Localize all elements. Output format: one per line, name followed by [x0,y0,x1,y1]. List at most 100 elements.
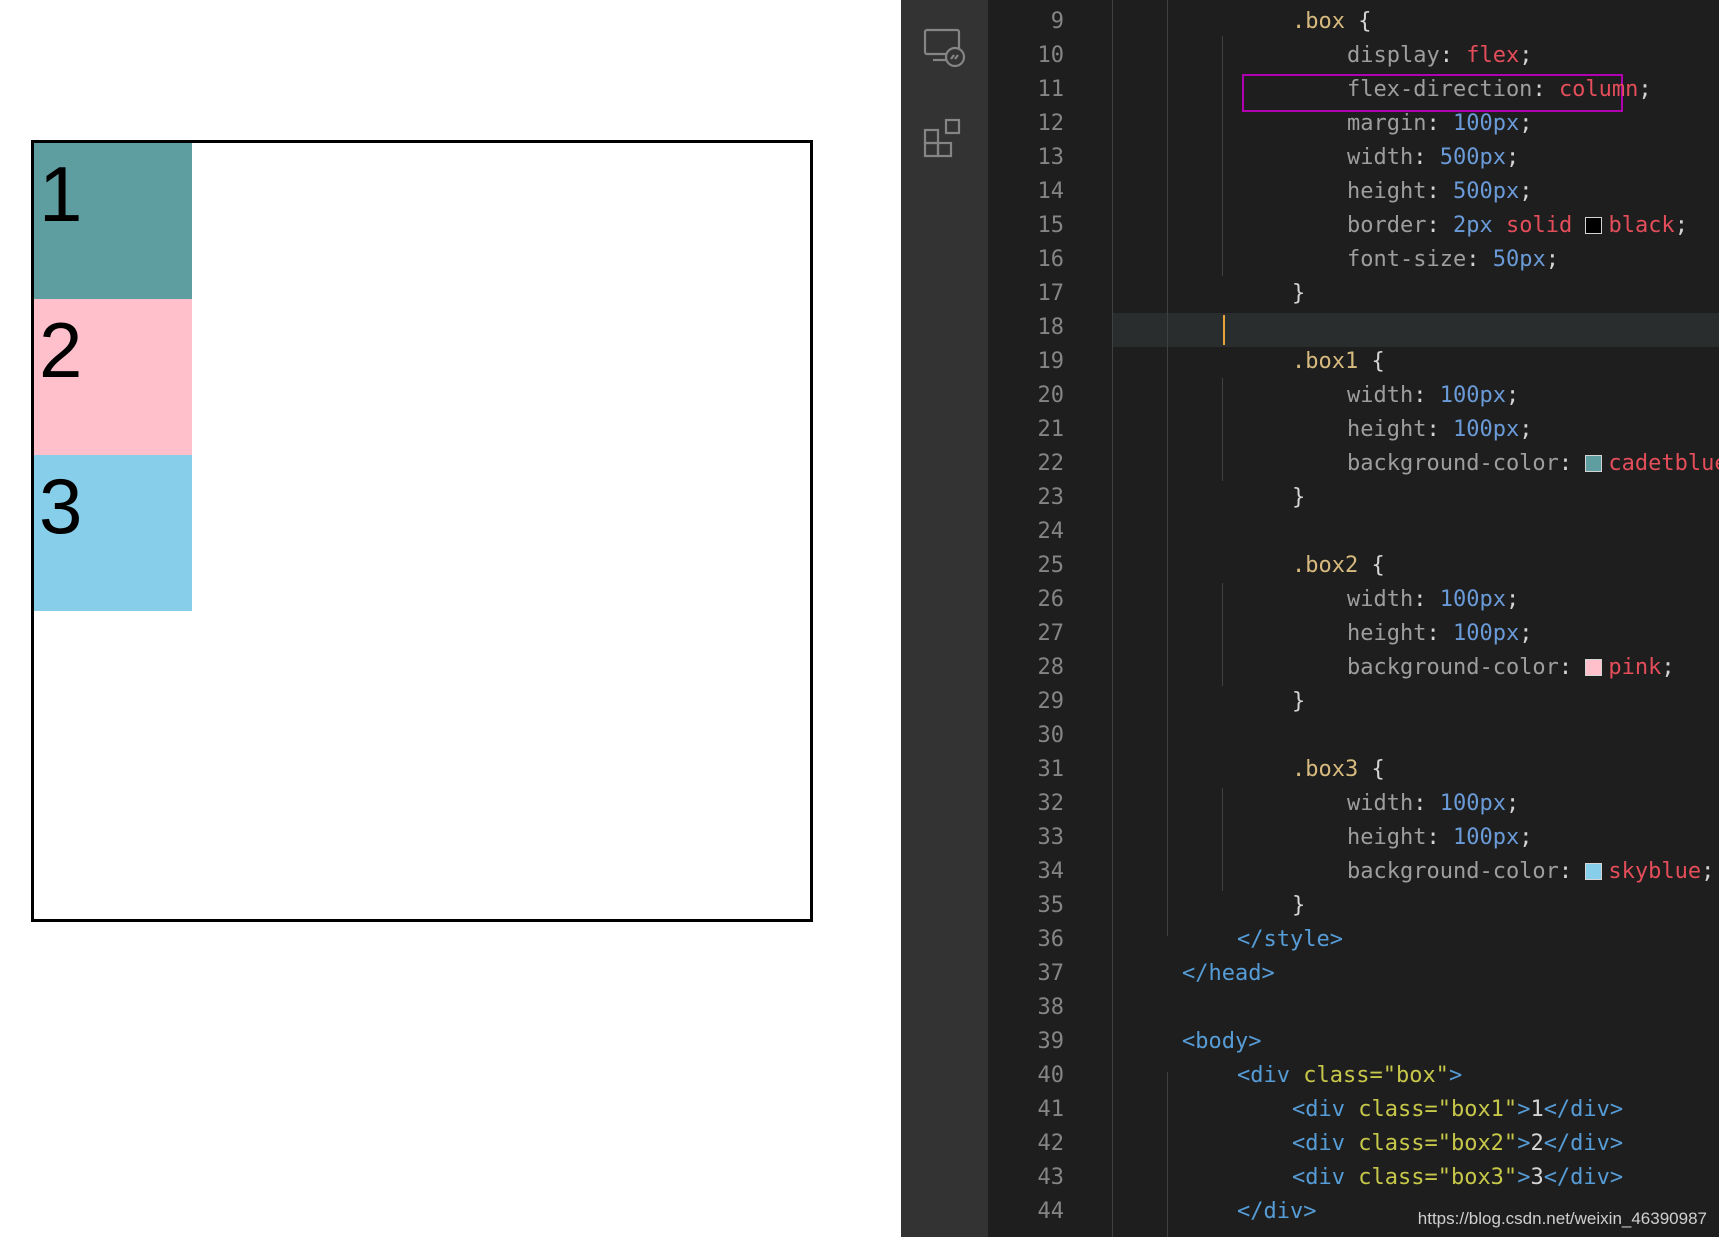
tag-open: <div [1292,1131,1345,1156]
selector: .box2 [1292,553,1359,578]
line-number: 32 [1037,791,1065,816]
unit: px [1492,825,1520,850]
tag-close: > [1517,1131,1531,1156]
number: 100 [1439,587,1480,612]
property: background-color [1347,655,1559,680]
line-number: 31 [1037,757,1065,782]
semicolon: ; [1519,43,1533,68]
code-line-19: .box1 { [1292,345,1385,379]
semicolon: ; [1519,179,1533,204]
attribute: class= [1344,1131,1438,1156]
property: margin [1347,111,1427,136]
code-line-26: width: 100px; [1347,583,1519,617]
line-number: 41 [1037,1097,1065,1122]
tag-end: </div> [1543,1165,1624,1190]
code-line-35: } [1292,889,1305,923]
property: width [1347,587,1414,612]
code-editor[interactable]: 9 10 11 12 13 14 15 16 17 18 19 20 21 22 23 24 25 26 27 28 2… [988,0,1719,1237]
line-number: 42 [1037,1131,1065,1156]
tag-end: </div> [1543,1131,1624,1156]
number: 100 [1452,621,1493,646]
tag-open: <div [1237,1063,1290,1088]
semicolon: ; [1519,111,1533,136]
line-number: 22 [1037,451,1065,476]
line-number: 43 [1037,1165,1065,1190]
brace: { [1358,757,1385,782]
colon: : [1426,417,1453,442]
code-line-34: background-color: skyblue; [1347,855,1714,889]
colon: : [1532,77,1559,102]
string: "box1" [1437,1097,1518,1122]
tag: </style> [1237,927,1343,952]
property: height [1347,417,1427,442]
code-line-16: font-size: 50px; [1347,243,1559,277]
text: 3 [1530,1165,1544,1190]
line-number: 39 [1037,1029,1065,1054]
color-swatch-pink[interactable] [1585,659,1603,676]
unit: px [1479,383,1506,408]
flex-container-box: 1 2 3 [31,140,813,922]
value: solid [1492,213,1586,238]
string: "box" [1382,1063,1449,1088]
tag-close: > [1517,1165,1531,1190]
line-number: 12 [1037,111,1065,136]
code-line-36: </style> [1237,923,1343,957]
colon: : [1426,621,1453,646]
line-number: 24 [1037,519,1065,544]
colon: : [1558,451,1586,476]
color-swatch-black[interactable] [1585,217,1603,234]
box2: 2 [34,299,192,455]
brace: { [1344,9,1372,34]
extensions-icon[interactable] [921,116,967,162]
tag-open: <div [1292,1097,1345,1122]
line-number: 23 [1037,485,1065,510]
line-number: 26 [1037,587,1065,612]
line-number: 38 [1037,995,1065,1020]
colon: : [1439,43,1467,68]
value: cadetblue [1608,451,1719,476]
attribute: class= [1344,1097,1438,1122]
code-line-32: width: 100px; [1347,787,1519,821]
line-number: 35 [1037,893,1065,918]
line-number: 34 [1037,859,1065,884]
value: skyblue [1608,859,1702,884]
tag: </div> [1237,1199,1317,1224]
value: pink [1608,655,1662,680]
semicolon: ; [1505,587,1520,612]
line-number: 14 [1037,179,1065,204]
property: border [1347,213,1427,238]
code-line-41: <div class="box1">1</div> [1292,1093,1623,1127]
brace: } [1292,281,1306,306]
code-line-13: width: 500px; [1347,141,1519,175]
activity-bar [901,0,988,1237]
property: display [1347,43,1440,68]
unit: px [1492,179,1520,204]
code-line-28: background-color: pink; [1347,651,1675,685]
line-number: 19 [1037,349,1065,374]
line-number: 17 [1037,281,1065,306]
color-swatch-skyblue[interactable] [1585,863,1603,880]
property: font-size [1347,247,1467,272]
line-number: 44 [1037,1199,1065,1224]
value: flex [1466,43,1520,68]
remote-explorer-icon[interactable] [921,24,967,70]
number: 500 [1439,145,1480,170]
property: flex-direction [1347,77,1533,102]
colon: : [1413,383,1440,408]
number: 2 [1452,213,1467,238]
value: black [1608,213,1675,238]
semicolon: ; [1661,655,1675,680]
color-swatch-cadetblue[interactable] [1585,455,1603,472]
number: 100 [1452,111,1493,136]
property: background-color [1347,859,1559,884]
tag: </head> [1182,961,1275,986]
line-number: 16 [1037,247,1065,272]
box3: 3 [34,455,192,611]
colon: : [1558,859,1586,884]
value: column [1558,77,1639,102]
line-number: 15 [1037,213,1065,238]
number: 100 [1439,791,1480,816]
semicolon: ; [1505,383,1520,408]
line-number: 25 [1037,553,1065,578]
code-line-33: height: 100px; [1347,821,1532,855]
